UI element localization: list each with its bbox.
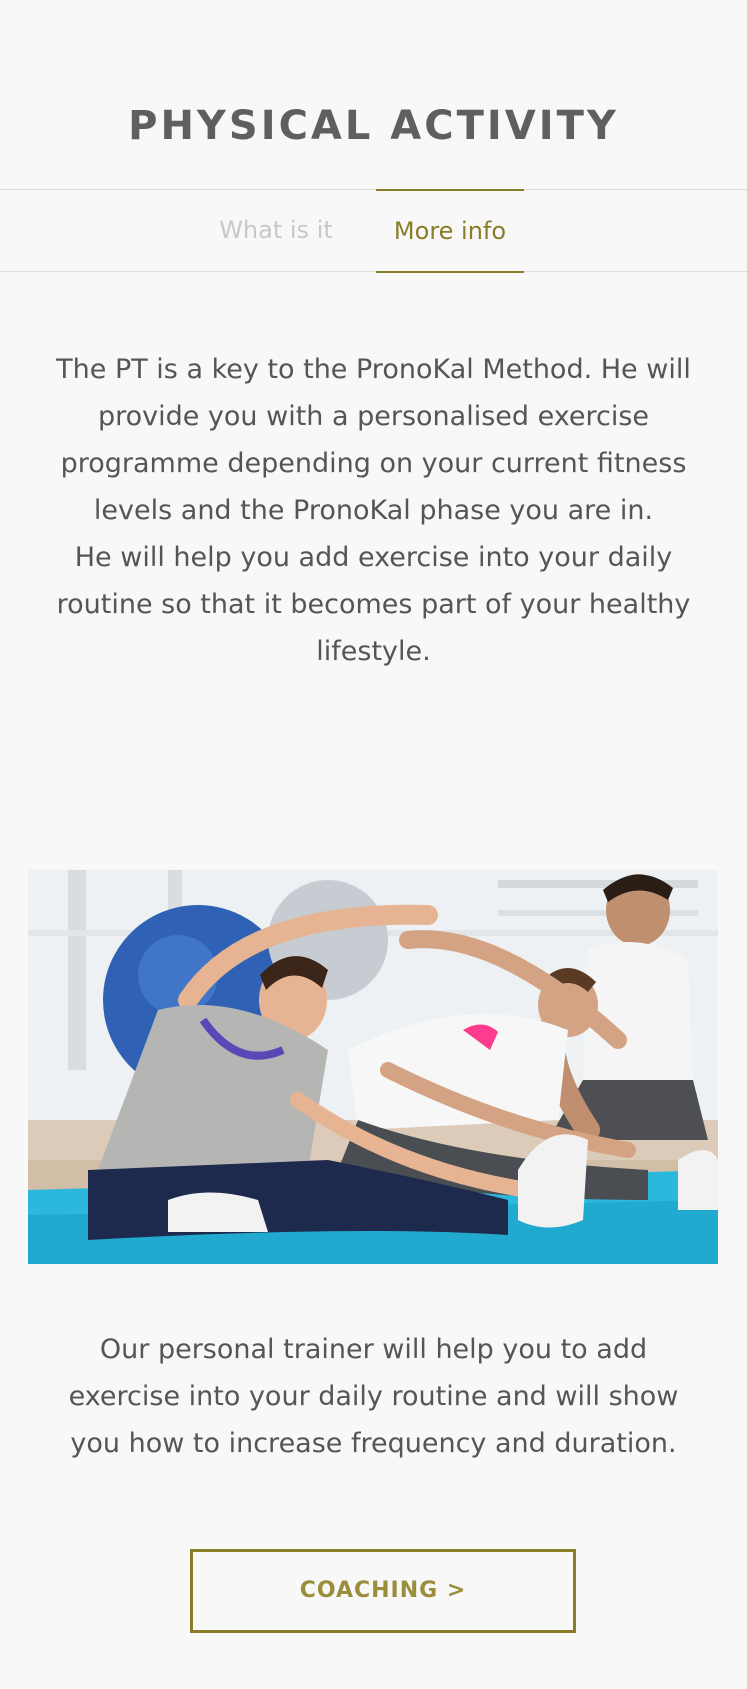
stretching-class-photo <box>28 870 718 1264</box>
tab-what-is-it[interactable]: What is it <box>196 189 356 273</box>
intro-paragraph-1: The PT is a key to the PronoKal Method. … <box>56 354 691 526</box>
tab-bar: What is it More info <box>0 189 747 273</box>
intro-paragraph-2: He will help you add exercise into your … <box>56 542 691 667</box>
outro-text: Our personal trainer will help you to ad… <box>68 1334 679 1459</box>
tab-more-info[interactable]: More info <box>376 189 524 273</box>
intro-text: The PT is a key to the PronoKal Method. … <box>40 346 707 675</box>
page-title: PHYSICAL ACTIVITY <box>128 102 619 149</box>
coaching-button[interactable]: COACHING > <box>190 1549 576 1633</box>
